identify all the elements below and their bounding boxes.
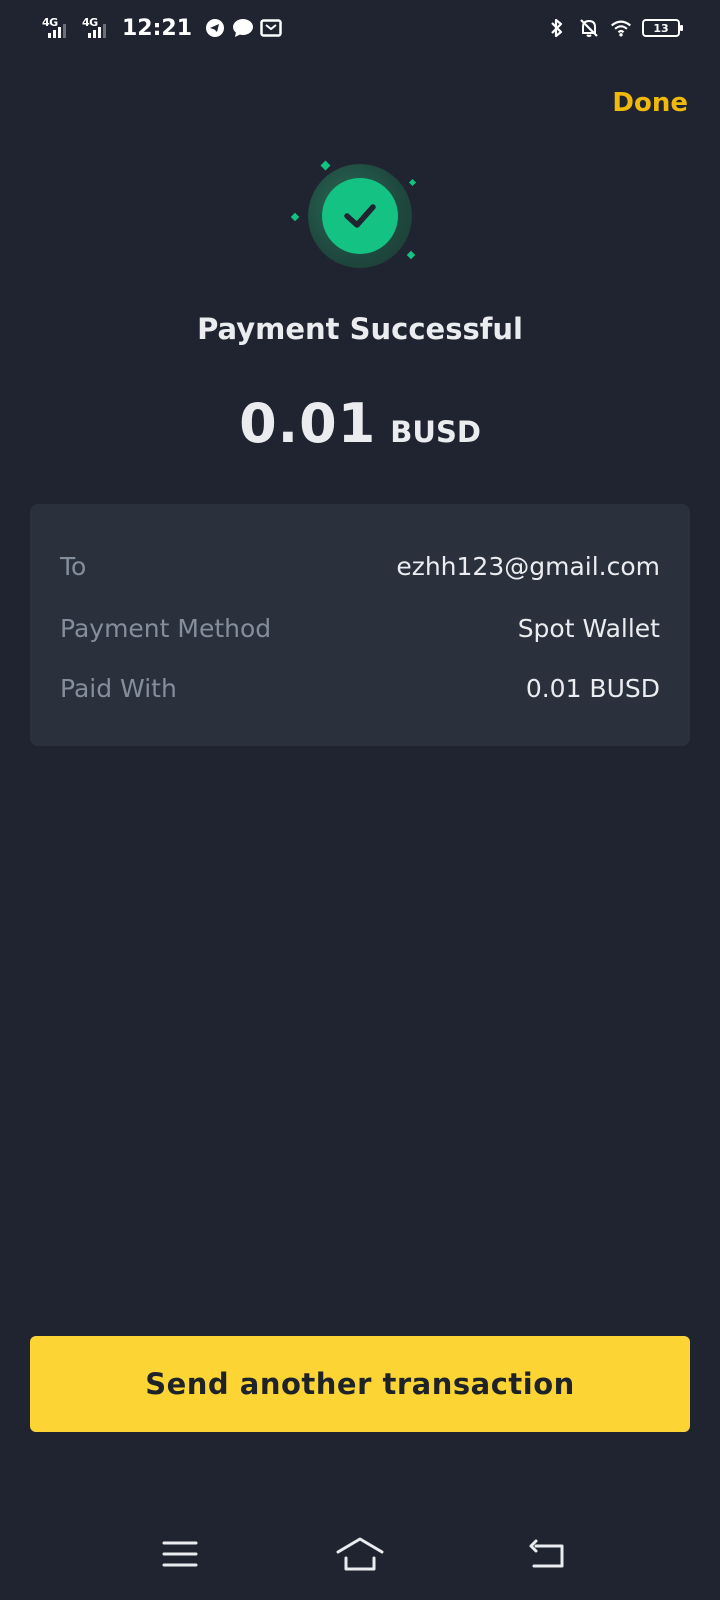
status-bar: 4G 4G 12:21 13: [0, 0, 720, 56]
payment-method-value: Spot Wallet: [517, 613, 660, 643]
home-icon[interactable]: [332, 1530, 388, 1578]
status-bar-left: 4G 4G 12:21: [40, 12, 282, 44]
system-nav-bar: [0, 1512, 720, 1600]
send-another-transaction-button[interactable]: Send another transaction: [30, 1336, 690, 1432]
signal-1-icon: 4G: [40, 14, 74, 42]
status-bar-right: 13: [546, 14, 683, 42]
menu-icon[interactable]: [152, 1530, 208, 1578]
telegram-icon: [204, 17, 226, 39]
payment-success-screen: 4G 4G 12:21 13 Done Payment Successful 0…: [0, 0, 720, 1600]
mail-icon: [260, 17, 282, 39]
detail-label: Paid With: [60, 673, 177, 703]
signal-2-icon: 4G: [80, 14, 114, 42]
payment-details-card: To ezhh123@gmail.com Payment Method Spot…: [30, 504, 690, 746]
recipient-email[interactable]: ezhh123@gmail.com: [396, 552, 660, 581]
battery-icon: 13: [642, 19, 683, 37]
mute-icon: [578, 17, 600, 39]
wifi-icon: [610, 17, 632, 39]
back-icon[interactable]: [520, 1530, 576, 1578]
detail-label: To: [60, 551, 87, 581]
detail-label: Payment Method: [60, 613, 272, 643]
done-button[interactable]: Done: [612, 88, 688, 118]
detail-row-paid-with: Paid With 0.01 BUSD: [60, 670, 660, 706]
page-title: Payment Successful: [197, 312, 523, 346]
status-time: 12:21: [122, 15, 193, 41]
battery-level: 13: [653, 21, 669, 35]
detail-row-payment-method: Payment Method Spot Wallet: [60, 610, 660, 646]
paid-with-value: 0.01 BUSD: [525, 673, 660, 703]
bluetooth-icon: [546, 17, 568, 39]
amount-value: 0.01: [239, 392, 377, 455]
success-check-icon: [290, 156, 420, 276]
message-icon: [232, 17, 254, 39]
amount-unit: BUSD: [390, 415, 481, 449]
payment-amount: 0.01 BUSD: [0, 392, 720, 455]
detail-row-to: To ezhh123@gmail.com: [60, 548, 660, 584]
